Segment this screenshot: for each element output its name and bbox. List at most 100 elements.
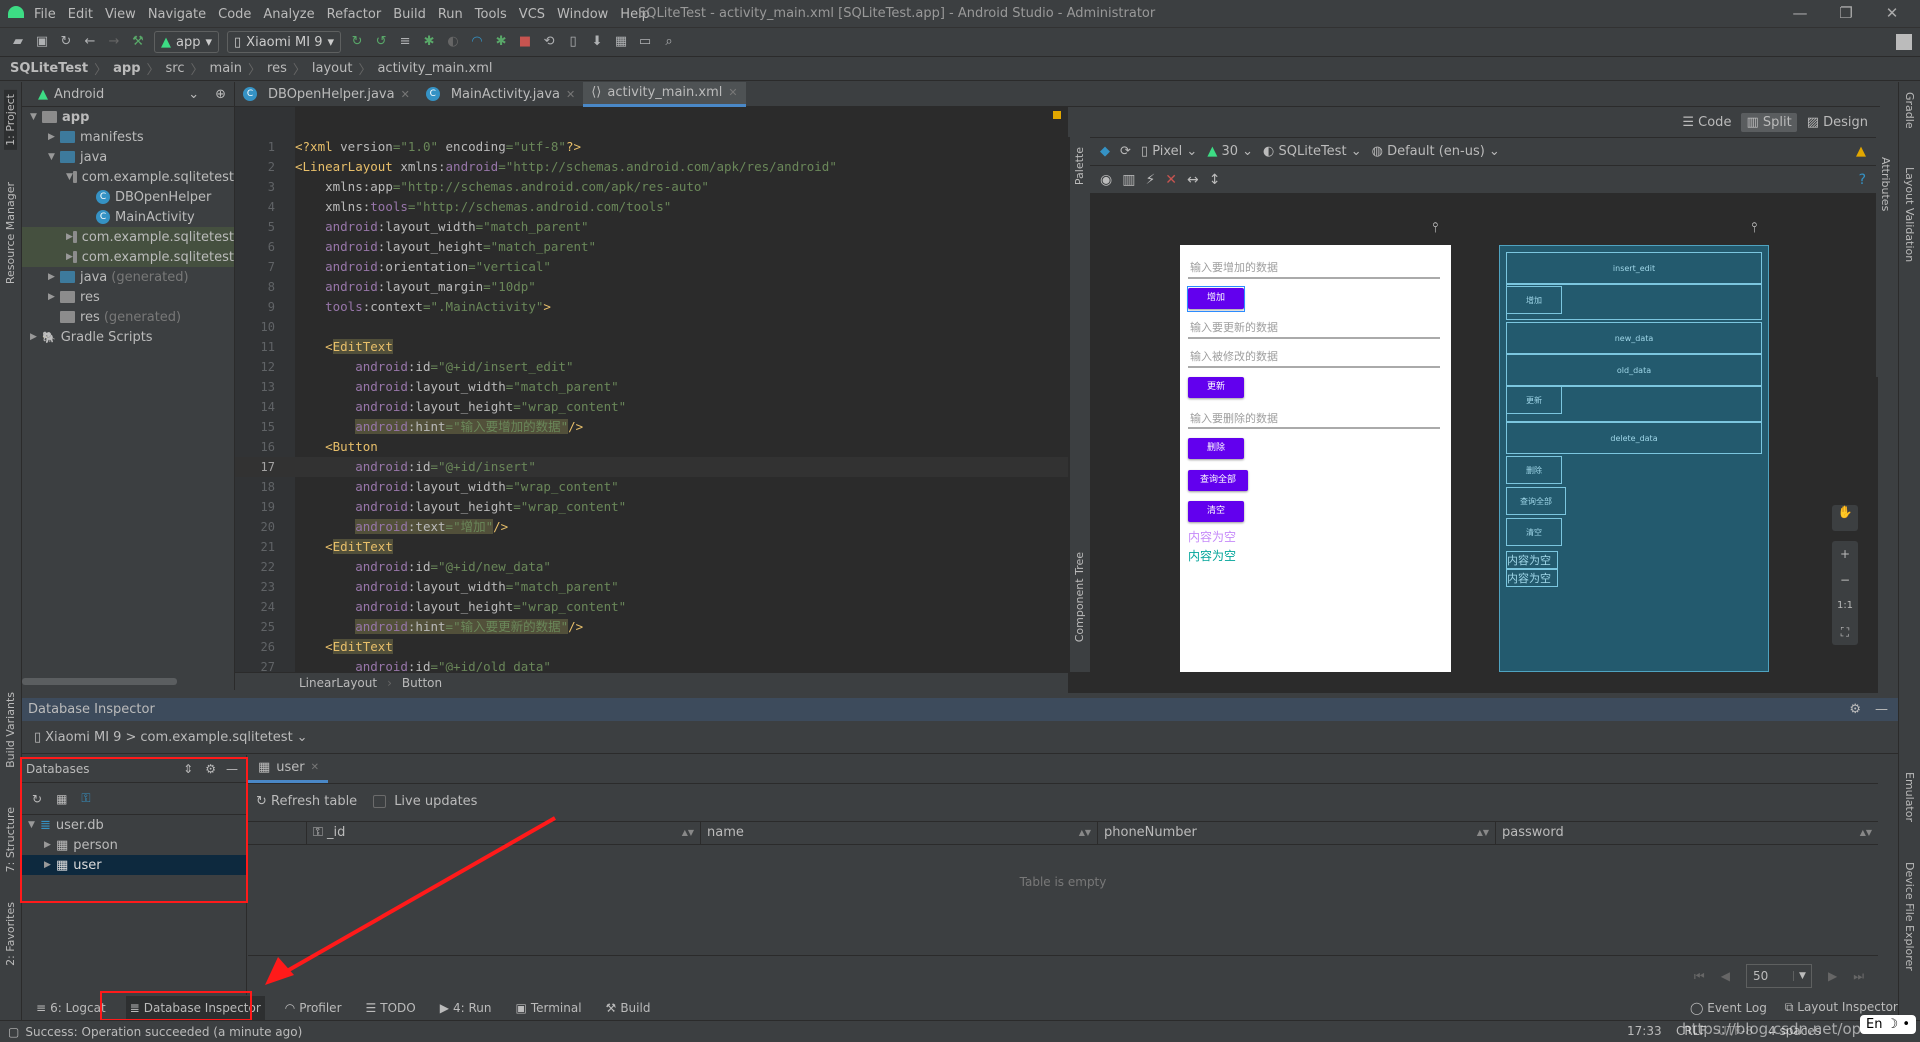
sdk-manager-icon[interactable]: ⬇ [589, 34, 605, 50]
structure-tab[interactable]: 7: Structure [4, 807, 17, 872]
code-line[interactable]: 1 <?xml version="1.0" encoding="utf-8"?> [235, 137, 1068, 157]
close-icon[interactable]: ✕ [401, 88, 410, 101]
code-line[interactable]: 11 <EditText [235, 337, 1068, 357]
blueprint-edittext[interactable]: insert_edit [1506, 252, 1762, 284]
expand-arrow-icon[interactable]: ▶ [48, 272, 60, 282]
last-page-icon[interactable]: ⏭ [1853, 969, 1864, 984]
debug-icon[interactable]: ✱ [421, 34, 437, 50]
tree-item[interactable]: ▶ manifests [22, 127, 234, 147]
blueprint-edittext[interactable]: new_data [1506, 322, 1762, 354]
expand-arrow-icon[interactable]: ▼ [48, 152, 60, 162]
zoom-in-button[interactable]: + [1832, 541, 1858, 567]
tree-item[interactable]: ▼ java [22, 147, 234, 167]
presentation-icon[interactable]: ▭ [637, 34, 653, 50]
attach-icon[interactable]: ✱ [493, 34, 509, 50]
attach-debugger-icon[interactable]: ◐ [445, 34, 461, 50]
component-tree-tab[interactable]: Component Tree [1073, 552, 1086, 642]
page-size-select[interactable]: 50 ▼ [1745, 964, 1812, 988]
design-surface-icon[interactable]: ◆ [1100, 144, 1110, 159]
preview-textview[interactable]: 内容为空 [1188, 528, 1236, 545]
menu-vcs[interactable]: VCS [519, 7, 545, 22]
make-project-icon[interactable]: ⚒ [130, 34, 146, 50]
layout-validation-tab[interactable]: Layout Validation [1903, 167, 1916, 262]
edittext-hint[interactable]: 输入要增加的数据 [1190, 259, 1278, 275]
close-button[interactable]: ✕ [1882, 4, 1902, 24]
tab-terminal[interactable]: ▣ Terminal [511, 996, 585, 1020]
breadcrumb-item[interactable]: main [210, 61, 242, 76]
preview-textview[interactable]: 内容为空 [1188, 547, 1236, 564]
sync-icon[interactable]: ↻ [58, 34, 74, 50]
column-header[interactable]: name ▲▼ [700, 822, 1097, 844]
code-line[interactable]: 12 android:id="@+id/insert_edit" [235, 357, 1068, 377]
warning-icon[interactable]: ▲ [1856, 144, 1866, 159]
menu-code[interactable]: Code [218, 7, 251, 22]
edittext-hint[interactable]: 输入被修改的数据 [1190, 348, 1278, 364]
device-select[interactable]: ▯ Xiaomi MI 9 ▾ [227, 31, 342, 53]
expand-arrow-icon[interactable]: ▶ [66, 232, 73, 242]
menu-file[interactable]: File [34, 7, 56, 22]
code-line[interactable]: 18 android:layout_width="wrap_content" [235, 477, 1068, 497]
editor-tab[interactable]: C DBOpenHelper.java ✕ [235, 82, 418, 107]
menu-build[interactable]: Build [393, 7, 426, 22]
code-line[interactable]: 19 android:layout_height="wrap_content" [235, 497, 1068, 517]
menu-run[interactable]: Run [438, 7, 463, 22]
crumb-linearlayout[interactable]: LinearLayout [299, 676, 377, 690]
first-page-icon[interactable]: ⏮ [1694, 969, 1705, 984]
table-tab-user[interactable]: ▦ user ✕ [248, 755, 328, 783]
code-line[interactable]: 24 android:layout_height="wrap_content" [235, 597, 1068, 617]
tab-run[interactable]: ▶ 4: Run [436, 996, 496, 1020]
code-line[interactable]: 20 android:text="增加"/> [235, 517, 1068, 537]
breadcrumb-item[interactable]: app [113, 61, 140, 76]
tree-item[interactable]: ▶ 🐘 Gradle Scripts [22, 327, 234, 347]
code-line[interactable]: 9 tools:context=".MainActivity"> [235, 297, 1068, 317]
account-icon[interactable] [1896, 34, 1912, 50]
tree-item[interactable]: ▶ java (generated) [22, 267, 234, 287]
pan-hand-icon[interactable]: ✋ [1832, 505, 1858, 531]
resource-manager-tab[interactable]: Resource Manager [4, 182, 17, 284]
code-line[interactable]: 26 <EditText [235, 637, 1068, 657]
code-line[interactable]: 13 android:layout_width="match_parent" [235, 377, 1068, 397]
tab-logcat[interactable]: ≡ 6: Logcat [32, 996, 110, 1020]
tree-item[interactable]: ▶ com.example.sqlitetest [22, 247, 234, 267]
blueprint-button[interactable]: 清空 [1506, 518, 1562, 546]
editor-tab[interactable]: ⟨⟩ activity_main.xml ✕ [583, 81, 746, 107]
theme-select[interactable]: ◐ SQLiteTest ⌄ [1263, 144, 1362, 159]
code-line[interactable]: 7 android:orientation="vertical" [235, 257, 1068, 277]
crumb-button[interactable]: Button [402, 676, 442, 690]
blueprint-preview[interactable]: insert_edit new_data old_data delete_data 增加… [1499, 245, 1769, 672]
clear-constraints-icon[interactable]: ✕ [1165, 172, 1177, 188]
breadcrumb-item[interactable]: layout [312, 61, 353, 76]
save-icon[interactable]: ▣ [34, 34, 50, 50]
restore-button[interactable]: ❐ [1836, 4, 1856, 24]
edittext-hint[interactable]: 输入要删除的数据 [1190, 410, 1278, 426]
blueprint-edittext[interactable]: delete_data [1506, 422, 1762, 454]
zoom-out-button[interactable]: − [1832, 567, 1858, 593]
project-view-select[interactable]: Android [54, 87, 104, 102]
horizontal-scrollbar[interactable] [22, 678, 177, 685]
orientation-icon[interactable]: ⟳ [1120, 144, 1131, 159]
preview-button[interactable]: 删除 [1188, 438, 1244, 459]
locate-icon[interactable]: ⊕ [215, 87, 226, 102]
editor-tab[interactable]: C MainActivity.java ✕ [418, 82, 583, 107]
menu-view[interactable]: View [105, 7, 136, 22]
code-mode-button[interactable]: ☰ Code [1682, 115, 1731, 130]
code-line[interactable]: 14 android:layout_height="wrap_content" [235, 397, 1068, 417]
code-line[interactable]: 4 xmlns:tools="http://schemas.android.co… [235, 197, 1068, 217]
sort-icon[interactable]: ▲▼ [682, 822, 694, 844]
code-line[interactable]: 23 android:layout_width="match_parent" [235, 577, 1068, 597]
forward-icon[interactable]: → [106, 34, 122, 50]
code-line[interactable]: 8 android:layout_margin="10dp" [235, 277, 1068, 297]
palette-tab[interactable]: Palette [1073, 147, 1086, 185]
breadcrumb-item[interactable]: activity_main.xml [377, 61, 492, 76]
design-mode-button[interactable]: ▨ Design [1807, 115, 1868, 130]
blueprint-textview[interactable]: 内容为空 [1506, 551, 1558, 569]
menu-window[interactable]: Window [557, 7, 608, 22]
expand-arrow-icon[interactable]: ▶ [48, 292, 60, 302]
tree-item[interactable]: C MainActivity [22, 207, 234, 227]
code-line[interactable]: 25 android:hint="输入要更新的数据"/> [235, 617, 1068, 637]
expand-arrow-icon[interactable]: ▼ [30, 112, 42, 122]
help-icon[interactable]: ? [1859, 172, 1866, 188]
expand-arrow-icon[interactable]: ▼ [66, 172, 73, 182]
code-line[interactable]: 15 android:hint="输入要增加的数据"/> [235, 417, 1068, 437]
close-icon[interactable]: ✕ [311, 762, 319, 773]
